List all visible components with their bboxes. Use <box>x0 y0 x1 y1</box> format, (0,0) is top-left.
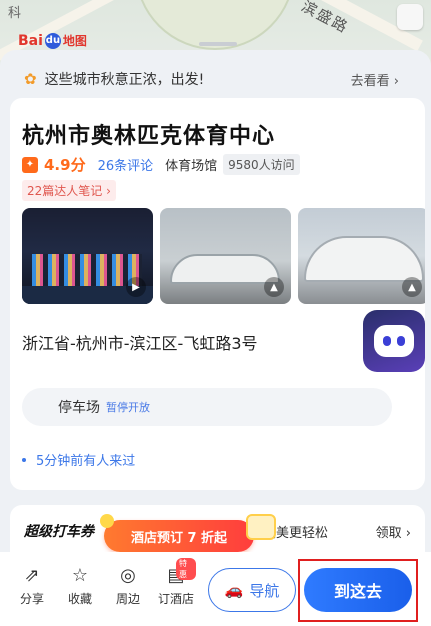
selection-highlight <box>298 559 418 622</box>
visits-badge: 9580人访问 <box>223 154 300 175</box>
spark-icon <box>100 514 114 528</box>
bullet-icon <box>22 457 26 462</box>
share-icon: ⇗ <box>24 564 40 586</box>
claim-link[interactable]: 领取 › <box>376 522 411 541</box>
season-banner[interactable]: ✿ 这些城市秋意正浓，出发! 去看看 › <box>10 63 413 95</box>
photo-stadium[interactable]: ▲ <box>160 208 291 304</box>
car-icon: 🚗 <box>224 581 244 599</box>
hotel-promo-text: 酒店预订 7 折起 <box>130 530 228 546</box>
video-play-icon: ▶ <box>126 277 146 297</box>
baidu-map-logo: Bai du 地图 <box>18 32 87 49</box>
recent-visit-text: 5分钟前有人来过 <box>36 454 136 469</box>
rating-icon: ✦ <box>22 156 38 173</box>
address-text[interactable]: 浙江省-杭州市-滨江区-飞虹路3号 <box>22 330 258 354</box>
share-button[interactable]: ⇗ 分享 <box>12 564 52 607</box>
place-title: 杭州市奥林匹克体育中心 <box>22 124 276 149</box>
road-label: 科 <box>8 6 22 21</box>
deal-badge: 特惠 <box>176 558 196 580</box>
reviews-link[interactable]: 26条评论 <box>98 155 154 174</box>
ai-assistant-button[interactable] <box>363 310 425 372</box>
nearby-button[interactable]: ◎ 周边 <box>108 564 148 607</box>
image-icon: ▲ <box>264 277 284 297</box>
maple-leaf-icon: ✿ <box>24 70 37 88</box>
parking-pill[interactable]: 停车场 暂停开放 <box>22 388 392 426</box>
notes-link[interactable]: 22篇达人笔记 › <box>22 180 116 201</box>
parking-status: 暂停开放 <box>106 401 150 414</box>
recent-visit: 5分钟前有人来过 <box>22 450 135 469</box>
book-hotel-button[interactable]: ▤ 特惠 订酒店 <box>156 558 196 607</box>
navigate-button[interactable]: 🚗 导航 <box>208 568 296 612</box>
taxi-coupon-label: 超级打车券 <box>24 524 94 540</box>
rating-row: ✦ 4.9分 26条评论 体育场馆 9580人访问 <box>22 154 300 175</box>
paw-icon: du <box>44 32 61 49</box>
banner-link[interactable]: 去看看 › <box>351 70 399 89</box>
robot-icon <box>374 325 414 357</box>
star-icon: ☆ <box>71 564 89 586</box>
map-control-button[interactable] <box>397 4 423 30</box>
bed-icon <box>246 514 276 540</box>
drag-handle[interactable] <box>199 42 237 46</box>
hotel-promo-tag[interactable]: 酒店预订 7 折起 <box>100 514 276 552</box>
image-icon: ▲ <box>402 277 422 297</box>
favorite-button[interactable]: ☆ 收藏 <box>60 564 100 607</box>
place-card: 杭州市奥林匹克体育中心 ✦ 4.9分 26条评论 体育场馆 9580人访问 22… <box>10 98 425 490</box>
rating-score: 4.9分 <box>44 156 86 174</box>
banner-text: 这些城市秋意正浓，出发! <box>44 72 205 88</box>
parking-label: 停车场 <box>58 400 100 416</box>
category-label: 体育场馆 <box>165 159 218 174</box>
photo-gallery[interactable]: ▶ ▲ ▲ <box>22 208 425 304</box>
compass-icon: ◎ <box>120 564 136 586</box>
photo-stadium-2[interactable]: ▲ <box>298 208 425 304</box>
photo-night-view[interactable]: ▶ <box>22 208 153 304</box>
